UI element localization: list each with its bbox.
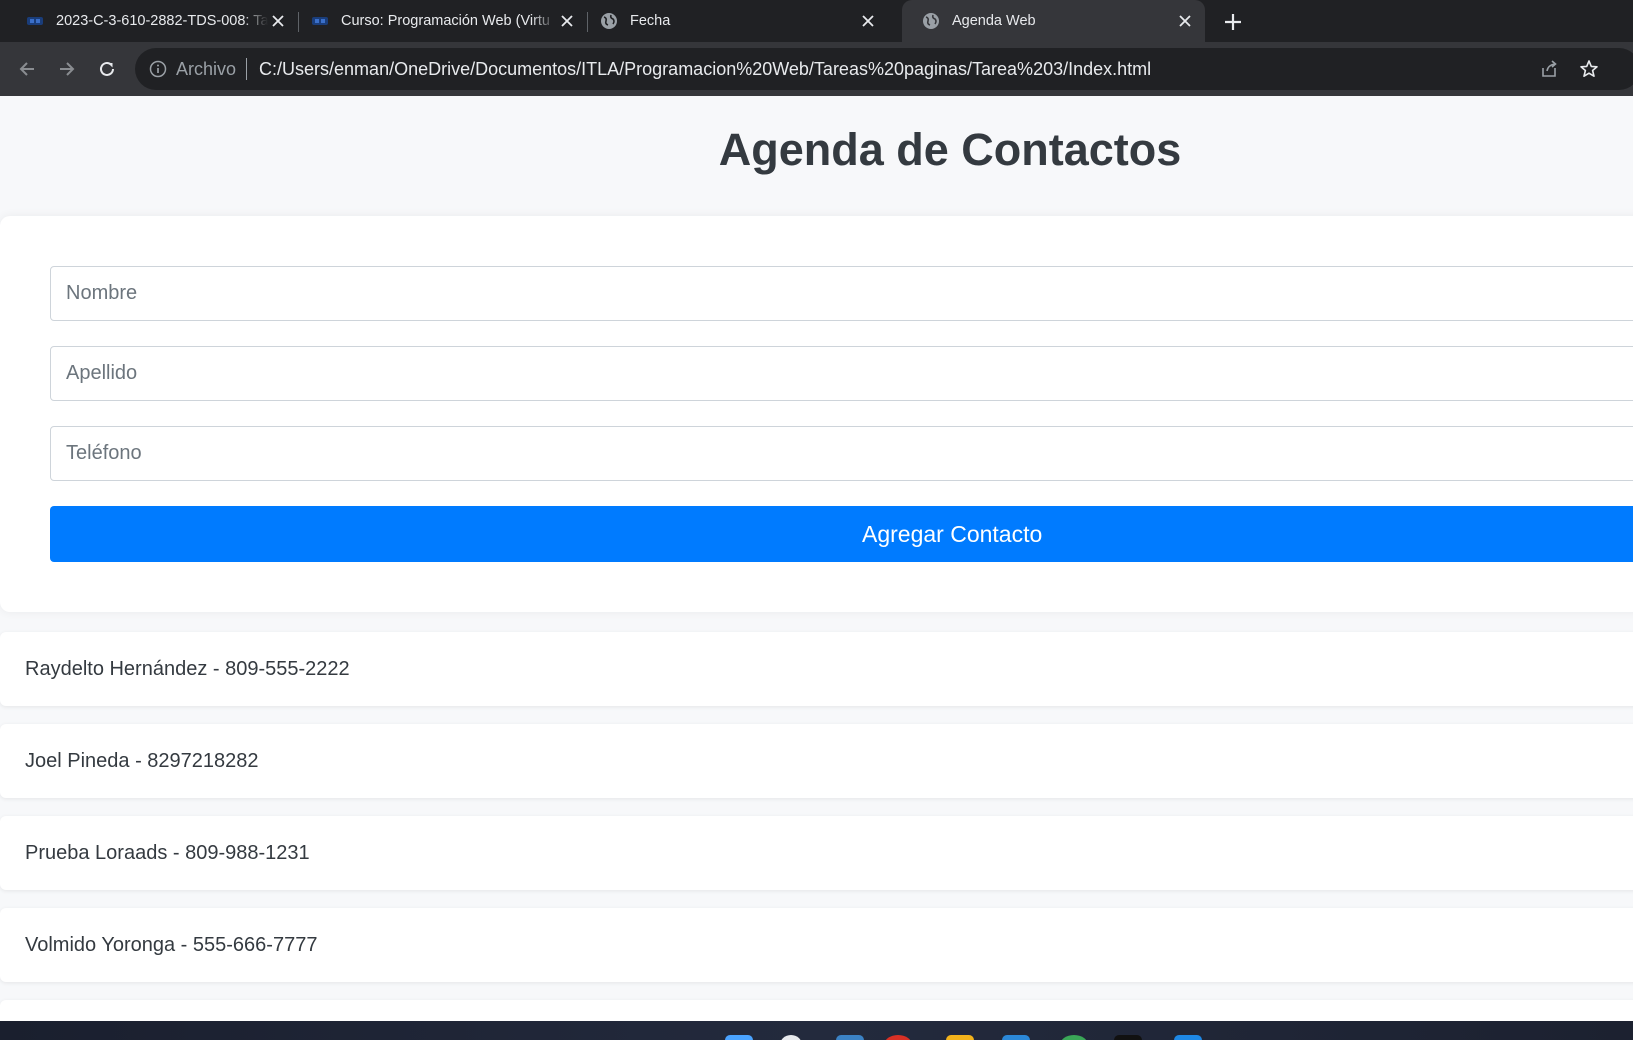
contact-item: Raydelto Hernández - 809-555-2222 (0, 632, 1633, 706)
os-taskbar (0, 1021, 1633, 1040)
chrome-icon[interactable] (884, 1035, 912, 1040)
star-icon (1580, 60, 1598, 77)
bookmark-button[interactable] (1576, 56, 1602, 82)
tab-title: Agenda Web (952, 13, 1036, 29)
contact-item: Prueba Loraads - 809-988-1231 (0, 816, 1633, 890)
telefono-input[interactable] (50, 426, 1633, 481)
globe-icon (922, 12, 940, 30)
store-icon[interactable] (1002, 1035, 1030, 1040)
reload-button[interactable] (94, 56, 120, 82)
reload-icon (100, 61, 114, 76)
page-title: Agenda de Contactos (718, 124, 1182, 175)
site-logo-icon (311, 12, 329, 30)
contact-item-partial (0, 1000, 1633, 1021)
folder-icon[interactable] (946, 1035, 974, 1040)
close-icon[interactable] (557, 11, 577, 31)
arrow-right-icon (60, 62, 75, 76)
contact-form: Agregar Contacto (0, 216, 1633, 612)
terminal-icon[interactable] (1114, 1035, 1142, 1040)
tab-title: 2023-C-3-610-2882-TDS-008: Ta (56, 13, 268, 29)
tab-course-programming[interactable]: Curso: Programación Web (Virtu (299, 0, 587, 42)
browser-toolbar: Archivo C:/Users/enman/OneDrive/Document… (0, 42, 1633, 96)
add-contact-button[interactable]: Agregar Contacto (50, 506, 1633, 562)
url-text[interactable]: C:/Users/enman/OneDrive/Documentos/ITLA/… (259, 59, 1151, 80)
contact-item: Joel Pineda - 8297218282 (0, 724, 1633, 798)
forward-button[interactable] (54, 56, 80, 82)
arrow-left-icon (19, 62, 34, 76)
start-icon[interactable] (725, 1035, 753, 1040)
nombre-input[interactable] (50, 266, 1633, 321)
tab-fecha[interactable]: Fecha (588, 0, 888, 42)
tab-title: Fecha (630, 13, 671, 29)
info-icon[interactable] (148, 59, 168, 79)
close-icon[interactable] (1175, 11, 1195, 31)
tab-agenda-web[interactable]: Agenda Web (902, 0, 1205, 42)
address-bar[interactable]: Archivo C:/Users/enman/OneDrive/Document… (135, 48, 1633, 90)
close-icon[interactable] (858, 11, 878, 31)
share-button[interactable] (1536, 56, 1562, 82)
tab-title: Curso: Programación Web (Virtu (341, 13, 550, 29)
tab-strip: 2023-C-3-610-2882-TDS-008: Ta Curso: Pro… (0, 0, 1633, 42)
address-divider (246, 58, 248, 80)
close-icon[interactable] (268, 11, 288, 31)
plus-icon (1225, 14, 1241, 30)
tab-course-task[interactable]: 2023-C-3-610-2882-TDS-008: Ta (0, 0, 298, 42)
site-scheme-label: Archivo (176, 58, 237, 79)
whatsapp-icon[interactable] (1060, 1035, 1088, 1040)
back-button[interactable] (14, 56, 40, 82)
apellido-input[interactable] (50, 346, 1633, 401)
site-logo-icon (26, 12, 44, 30)
task-view-icon[interactable] (836, 1035, 864, 1040)
contact-item: Volmido Yoronga - 555-666-7777 (0, 908, 1633, 982)
new-tab-button[interactable] (1220, 9, 1246, 35)
share-icon (1542, 60, 1557, 77)
page-viewport: Agenda de Contactos Agregar Contacto Ray… (0, 96, 1633, 1021)
globe-icon (600, 12, 618, 30)
edge-icon[interactable] (1174, 1035, 1202, 1040)
search-icon[interactable] (780, 1035, 802, 1040)
